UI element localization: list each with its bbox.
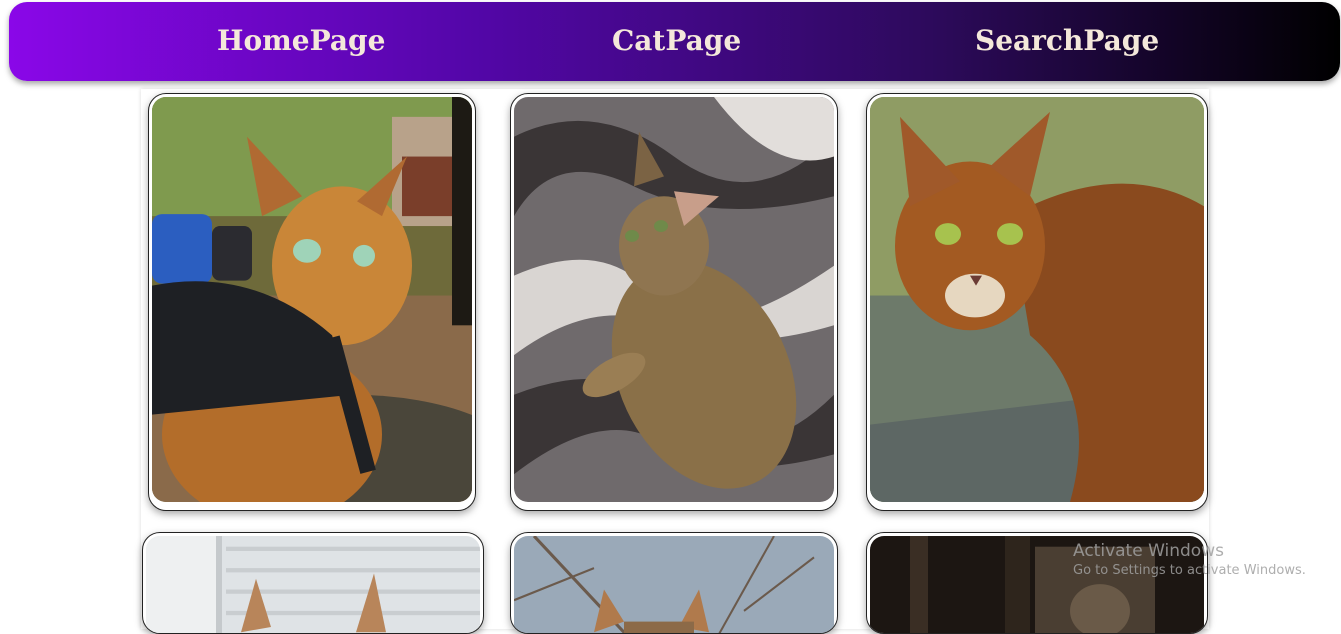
cat-card[interactable] bbox=[142, 532, 484, 634]
cat-card[interactable] bbox=[866, 93, 1208, 511]
nav-link-catpage[interactable]: CatPage bbox=[612, 24, 741, 57]
nav-link-searchpage[interactable]: SearchPage bbox=[975, 24, 1159, 57]
nav-link-homepage[interactable]: HomePage bbox=[217, 24, 385, 57]
cat-card[interactable] bbox=[866, 532, 1208, 634]
top-navbar: HomePage CatPage SearchPage bbox=[9, 2, 1340, 81]
cat-card[interactable] bbox=[510, 532, 838, 634]
cat-gallery bbox=[141, 89, 1209, 634]
cat-photo bbox=[514, 97, 834, 502]
cat-card[interactable] bbox=[148, 93, 476, 511]
cat-photo bbox=[870, 97, 1204, 502]
cat-photo bbox=[146, 536, 480, 633]
cat-card[interactable] bbox=[510, 93, 838, 511]
cat-photo bbox=[152, 97, 472, 502]
cat-photo bbox=[870, 536, 1204, 633]
cat-photo bbox=[514, 536, 834, 633]
